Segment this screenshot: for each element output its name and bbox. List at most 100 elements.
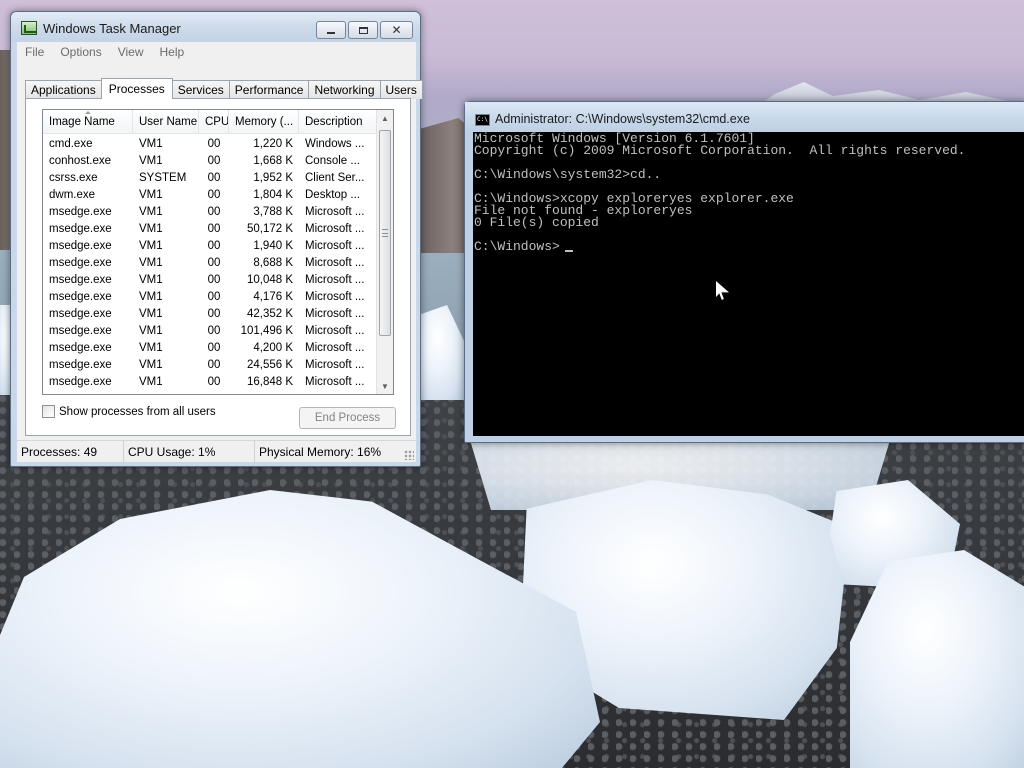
process-cpu: 00 xyxy=(207,358,221,371)
process-memory: 1,804 K xyxy=(253,188,293,201)
process-user-name: VM1 xyxy=(139,375,163,388)
resize-grip-icon[interactable] xyxy=(404,450,414,460)
process-memory: 1,668 K xyxy=(253,154,293,167)
minimize-button[interactable] xyxy=(316,21,346,39)
process-description: Microsoft ... xyxy=(305,273,365,286)
process-image-name: msedge.exe xyxy=(49,307,112,320)
process-list-scrollbar[interactable]: ▲ ▼ xyxy=(376,110,393,394)
process-cpu: 00 xyxy=(207,222,221,235)
process-row[interactable]: msedge.exe VM1 00 4,176 K Microsoft ... xyxy=(43,288,378,305)
process-row[interactable]: msedge.exe VM1 00 10,048 K Microsoft ... xyxy=(43,271,378,288)
process-user-name: VM1 xyxy=(139,273,163,286)
process-row[interactable]: msedge.exe VM1 00 1,940 K Microsoft ... xyxy=(43,237,378,254)
process-image-name: cmd.exe xyxy=(49,137,93,150)
process-memory: 1,952 K xyxy=(253,171,293,184)
close-icon: ✕ xyxy=(391,23,402,37)
menu-bar: File Options View Help xyxy=(17,42,416,62)
tab-performance[interactable]: Performance xyxy=(228,80,310,99)
process-cpu: 00 xyxy=(207,273,221,286)
tab-networking[interactable]: Networking xyxy=(308,80,381,99)
process-row[interactable]: msedge.exe VM1 00 50,172 K Microsoft ... xyxy=(43,220,378,237)
process-row[interactable]: msedge.exe VM1 00 42,352 K Microsoft ... xyxy=(43,305,378,322)
processes-panel: Image Name User Name CPU Memory (... Des… xyxy=(25,98,411,436)
process-row[interactable]: cmd.exe VM1 00 1,220 K Windows ... xyxy=(43,135,378,152)
process-image-name: msedge.exe xyxy=(49,273,112,286)
process-user-name: VM1 xyxy=(139,358,163,371)
process-list-header: Image Name User Name CPU Memory (... Des… xyxy=(43,110,378,134)
menu-file[interactable]: File xyxy=(17,45,52,59)
scroll-up-button[interactable]: ▲ xyxy=(377,110,393,126)
process-row[interactable]: conhost.exe VM1 00 1,668 K Console ... xyxy=(43,152,378,169)
maximize-icon xyxy=(358,26,368,34)
process-description: Microsoft ... xyxy=(305,358,365,371)
process-description: Microsoft ... xyxy=(305,341,365,354)
menu-help[interactable]: Help xyxy=(152,45,193,59)
process-image-name: dwm.exe xyxy=(49,188,96,201)
close-button[interactable]: ✕ xyxy=(380,21,413,39)
task-manager-titlebar[interactable]: Windows Task Manager ✕ xyxy=(11,12,420,42)
show-all-users-checkbox[interactable] xyxy=(42,405,55,418)
process-memory: 42,352 K xyxy=(246,307,293,320)
process-image-name: msedge.exe xyxy=(49,341,112,354)
process-row[interactable]: msedge.exe VM1 00 3,788 K Microsoft ... xyxy=(43,203,378,220)
process-cpu: 00 xyxy=(207,341,221,354)
maximize-button[interactable] xyxy=(348,21,378,39)
cmd-window[interactable]: C:\ Administrator: C:\Windows\system32\c… xyxy=(464,101,1024,443)
tab-services[interactable]: Services xyxy=(171,80,230,99)
process-list[interactable]: Image Name User Name CPU Memory (... Des… xyxy=(42,109,394,395)
console-output[interactable]: Microsoft Windows [Version 6.1.7601] Cop… xyxy=(473,132,1024,436)
minimize-icon xyxy=(327,32,335,34)
cmd-titlebar[interactable]: C:\ Administrator: C:\Windows\system32\c… xyxy=(465,102,1024,132)
process-image-name: msedge.exe xyxy=(49,324,112,337)
process-description: Microsoft ... xyxy=(305,375,365,388)
process-row[interactable]: msedge.exe VM1 00 4,200 K Microsoft ... xyxy=(43,339,378,356)
tab-applications[interactable]: Applications xyxy=(25,80,102,99)
column-description[interactable]: Description xyxy=(299,110,378,134)
scroll-down-button[interactable]: ▼ xyxy=(377,378,393,394)
tab-users[interactable]: Users xyxy=(379,80,423,99)
process-memory: 16,848 K xyxy=(246,375,293,388)
task-manager-body: Applications Processes Services Performa… xyxy=(17,62,423,462)
process-cpu: 00 xyxy=(207,205,221,218)
process-memory: 3,788 K xyxy=(253,205,293,218)
process-description: Microsoft ... xyxy=(305,205,365,218)
process-rows: cmd.exe VM1 00 1,220 K Windows ... conhost.ex… xyxy=(43,135,378,390)
process-memory: 8,688 K xyxy=(253,256,293,269)
status-cpu-usage: CPU Usage: 1% xyxy=(124,441,255,463)
tab-strip: Applications Processes Services Performa… xyxy=(25,78,423,99)
process-memory: 1,220 K xyxy=(253,137,293,150)
process-cpu: 00 xyxy=(207,307,221,320)
column-cpu[interactable]: CPU xyxy=(199,110,229,134)
menu-options[interactable]: Options xyxy=(52,45,109,59)
process-row[interactable]: csrss.exe SYSTEM 00 1,952 K Client Ser... xyxy=(43,169,378,186)
process-image-name: msedge.exe xyxy=(49,205,112,218)
process-row[interactable]: msedge.exe VM1 00 24,556 K Microsoft ... xyxy=(43,356,378,373)
process-user-name: VM1 xyxy=(139,222,163,235)
process-row[interactable]: msedge.exe VM1 00 101,496 K Microsoft ... xyxy=(43,322,378,339)
task-manager-window[interactable]: Windows Task Manager ✕ File Options View… xyxy=(10,11,423,467)
process-image-name: csrss.exe xyxy=(49,171,98,184)
show-all-users-label[interactable]: Show processes from all users xyxy=(59,406,216,418)
status-physical-memory: Physical Memory: 16% xyxy=(259,445,382,459)
process-row[interactable]: dwm.exe VM1 00 1,804 K Desktop ... xyxy=(43,186,378,203)
process-row[interactable]: msedge.exe VM1 00 16,848 K Microsoft ... xyxy=(43,373,378,390)
column-image-name[interactable]: Image Name xyxy=(43,110,133,134)
process-image-name: msedge.exe xyxy=(49,239,112,252)
column-memory[interactable]: Memory (... xyxy=(229,110,299,134)
process-memory: 50,172 K xyxy=(246,222,293,235)
process-row[interactable]: msedge.exe VM1 00 8,688 K Microsoft ... xyxy=(43,254,378,271)
process-user-name: VM1 xyxy=(139,256,163,269)
process-description: Microsoft ... xyxy=(305,239,365,252)
process-memory: 10,048 K xyxy=(246,273,293,286)
process-cpu: 00 xyxy=(207,188,221,201)
process-description: Desktop ... xyxy=(305,188,360,201)
process-image-name: msedge.exe xyxy=(49,256,112,269)
process-user-name: SYSTEM xyxy=(139,171,187,184)
show-all-users-option[interactable]: Show processes from all users xyxy=(42,405,216,418)
tab-processes[interactable]: Processes xyxy=(100,78,173,99)
scrollbar-thumb[interactable] xyxy=(379,130,391,336)
process-cpu: 00 xyxy=(207,256,221,269)
end-process-button[interactable]: End Process xyxy=(299,407,396,429)
menu-view[interactable]: View xyxy=(110,45,152,59)
column-user-name[interactable]: User Name xyxy=(133,110,199,134)
